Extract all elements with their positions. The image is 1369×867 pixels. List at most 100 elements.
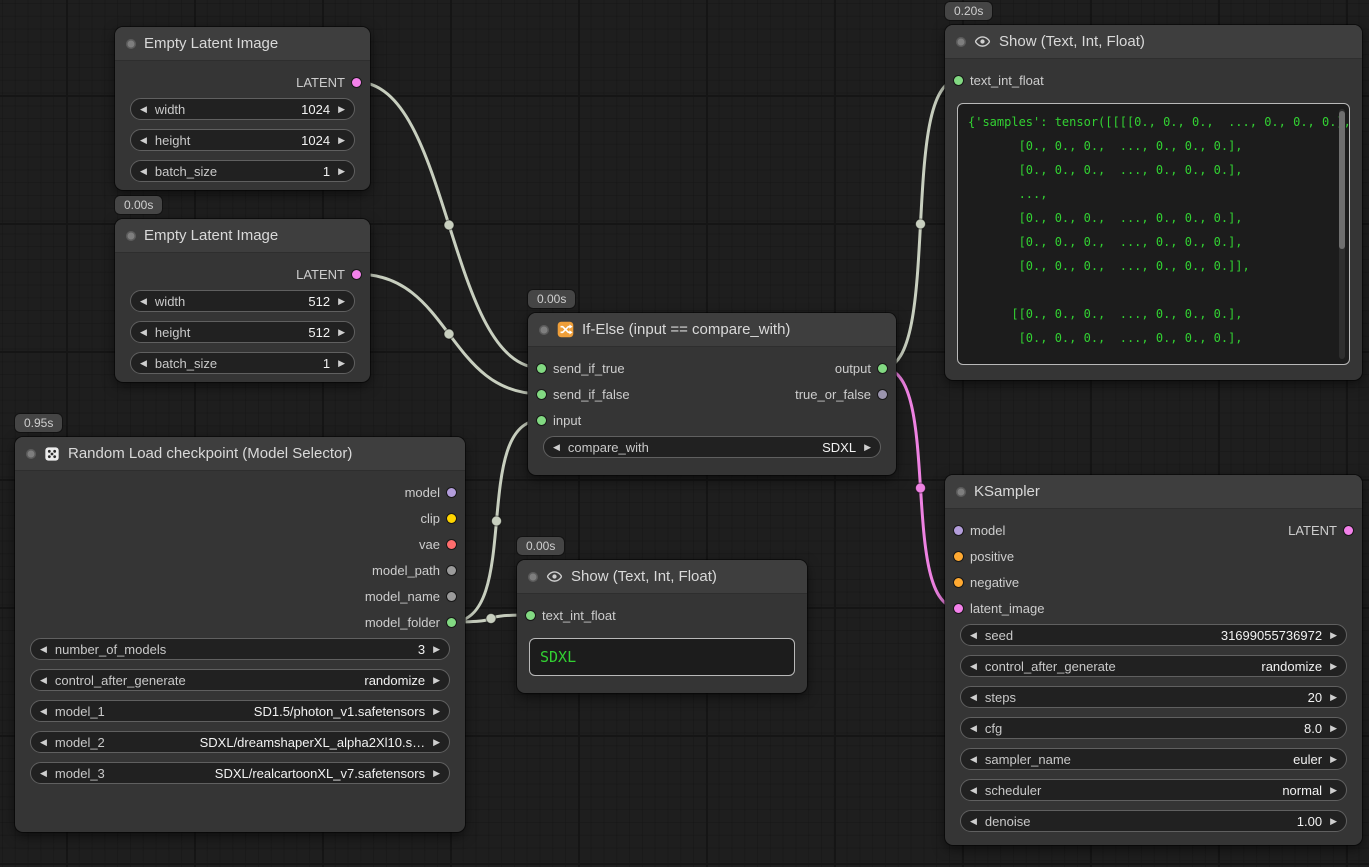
output-port-dot-output[interactable]	[878, 364, 887, 373]
decrement-arrow-icon[interactable]: ◀	[40, 738, 47, 747]
collapse-dot[interactable]	[528, 572, 538, 582]
node-titlebar[interactable]: Show (Text, Int, Float)	[945, 25, 1362, 59]
input-port-dot-text_int_float[interactable]	[526, 611, 535, 620]
widget-steps[interactable]: ◀steps20▶	[960, 686, 1347, 708]
decrement-arrow-icon[interactable]: ◀	[140, 328, 147, 337]
widget-width[interactable]: ◀width512▶	[130, 290, 355, 312]
decrement-arrow-icon[interactable]: ◀	[140, 105, 147, 114]
widget-sampler-name[interactable]: ◀sampler_nameeuler▶	[960, 748, 1347, 770]
widget-model-1[interactable]: ◀model_1SD1.5/photon_v1.safetensors▶	[30, 700, 450, 722]
decrement-arrow-icon[interactable]: ◀	[40, 645, 47, 654]
node-empty-latent-1[interactable]: Empty Latent ImageLATENT◀width1024▶◀heig…	[115, 27, 370, 190]
node-titlebar[interactable]: If-Else (input == compare_with)	[528, 313, 896, 347]
collapse-dot[interactable]	[539, 325, 549, 335]
output-port-dot-LATENT[interactable]	[352, 78, 361, 87]
output-port-dot-clip[interactable]	[447, 514, 456, 523]
decrement-arrow-icon[interactable]: ◀	[140, 359, 147, 368]
wire-midpoint-dot[interactable]	[916, 483, 926, 493]
decrement-arrow-icon[interactable]: ◀	[970, 693, 977, 702]
scrollbar-thumb[interactable]	[1339, 111, 1345, 249]
input-port-dot-send_if_false[interactable]	[537, 390, 546, 399]
increment-arrow-icon[interactable]: ▶	[338, 105, 345, 114]
node-titlebar[interactable]: KSampler	[945, 475, 1362, 509]
input-port-dot-positive[interactable]	[954, 552, 963, 561]
output-port-dot-model_name[interactable]	[447, 592, 456, 601]
output-port-dot-model_path[interactable]	[447, 566, 456, 575]
text-output-box[interactable]: SDXL	[529, 638, 795, 676]
increment-arrow-icon[interactable]: ▶	[433, 738, 440, 747]
widget-control-after-generate[interactable]: ◀control_after_generaterandomize▶	[960, 655, 1347, 677]
increment-arrow-icon[interactable]: ▶	[1330, 817, 1337, 826]
output-port-dot-LATENT[interactable]	[352, 270, 361, 279]
node-titlebar[interactable]: Random Load checkpoint (Model Selector)	[15, 437, 465, 471]
output-port-dot-true_or_false[interactable]	[878, 390, 887, 399]
node-show-text-small[interactable]: 0.00sShow (Text, Int, Float)text_int_flo…	[517, 560, 807, 693]
input-port-dot-negative[interactable]	[954, 578, 963, 587]
input-port-dot-send_if_true[interactable]	[537, 364, 546, 373]
widget-width[interactable]: ◀width1024▶	[130, 98, 355, 120]
increment-arrow-icon[interactable]: ▶	[1330, 755, 1337, 764]
decrement-arrow-icon[interactable]: ◀	[970, 631, 977, 640]
increment-arrow-icon[interactable]: ▶	[338, 297, 345, 306]
decrement-arrow-icon[interactable]: ◀	[140, 136, 147, 145]
wire-midpoint-dot[interactable]	[492, 516, 502, 526]
widget-model-2[interactable]: ◀model_2SDXL/dreamshaperXL_alpha2Xl10.s……	[30, 731, 450, 753]
wire[interactable]	[357, 82, 542, 368]
widget-height[interactable]: ◀height1024▶	[130, 129, 355, 151]
input-port-dot-model[interactable]	[954, 526, 963, 535]
increment-arrow-icon[interactable]: ▶	[433, 645, 440, 654]
output-port-dot-model[interactable]	[447, 488, 456, 497]
widget-number-of-models[interactable]: ◀number_of_models3▶	[30, 638, 450, 660]
increment-arrow-icon[interactable]: ▶	[338, 167, 345, 176]
collapse-dot[interactable]	[26, 449, 36, 459]
output-port-dot-vae[interactable]	[447, 540, 456, 549]
collapse-dot[interactable]	[956, 37, 966, 47]
wire-midpoint-dot[interactable]	[486, 614, 496, 624]
decrement-arrow-icon[interactable]: ◀	[40, 676, 47, 685]
wire-midpoint-dot[interactable]	[444, 220, 454, 230]
wire-midpoint-dot[interactable]	[444, 329, 454, 339]
decrement-arrow-icon[interactable]: ◀	[970, 817, 977, 826]
node-titlebar[interactable]: Empty Latent Image	[115, 219, 370, 253]
decrement-arrow-icon[interactable]: ◀	[553, 443, 560, 452]
node-empty-latent-2[interactable]: 0.00sEmpty Latent ImageLATENT◀width512▶◀…	[115, 219, 370, 382]
widget-denoise[interactable]: ◀denoise1.00▶	[960, 810, 1347, 832]
widget-model-3[interactable]: ◀model_3SDXL/realcartoonXL_v7.safetensor…	[30, 762, 450, 784]
widget-cfg[interactable]: ◀cfg8.0▶	[960, 717, 1347, 739]
node-titlebar[interactable]: Show (Text, Int, Float)	[517, 560, 807, 594]
input-port-dot-text_int_float[interactable]	[954, 76, 963, 85]
increment-arrow-icon[interactable]: ▶	[1330, 786, 1337, 795]
widget-height[interactable]: ◀height512▶	[130, 321, 355, 343]
decrement-arrow-icon[interactable]: ◀	[970, 724, 977, 733]
decrement-arrow-icon[interactable]: ◀	[40, 707, 47, 716]
increment-arrow-icon[interactable]: ▶	[1330, 662, 1337, 671]
increment-arrow-icon[interactable]: ▶	[338, 328, 345, 337]
widget-scheduler[interactable]: ◀schedulernormal▶	[960, 779, 1347, 801]
decrement-arrow-icon[interactable]: ◀	[140, 167, 147, 176]
decrement-arrow-icon[interactable]: ◀	[970, 662, 977, 671]
decrement-arrow-icon[interactable]: ◀	[140, 297, 147, 306]
widget-compare-with[interactable]: ◀compare_withSDXL▶	[543, 436, 881, 458]
output-port-dot-model_folder[interactable]	[447, 618, 456, 627]
decrement-arrow-icon[interactable]: ◀	[970, 786, 977, 795]
increment-arrow-icon[interactable]: ▶	[338, 359, 345, 368]
widget-batch-size[interactable]: ◀batch_size1▶	[130, 160, 355, 182]
collapse-dot[interactable]	[126, 231, 136, 241]
increment-arrow-icon[interactable]: ▶	[1330, 724, 1337, 733]
text-output-box[interactable]: {'samples': tensor([[[[0., 0., 0., ..., …	[957, 103, 1350, 365]
widget-control-after-generate[interactable]: ◀control_after_generaterandomize▶	[30, 669, 450, 691]
widget-batch-size[interactable]: ◀batch_size1▶	[130, 352, 355, 374]
increment-arrow-icon[interactable]: ▶	[433, 707, 440, 716]
input-port-dot-latent_image[interactable]	[954, 604, 963, 613]
increment-arrow-icon[interactable]: ▶	[338, 136, 345, 145]
output-port-dot-LATENT[interactable]	[1344, 526, 1353, 535]
node-graph-canvas[interactable]: Empty Latent ImageLATENT◀width1024▶◀heig…	[0, 0, 1369, 867]
node-if-else[interactable]: 0.00sIf-Else (input == compare_with)send…	[528, 313, 896, 475]
increment-arrow-icon[interactable]: ▶	[1330, 631, 1337, 640]
widget-seed[interactable]: ◀seed31699055736972▶	[960, 624, 1347, 646]
collapse-dot[interactable]	[956, 487, 966, 497]
node-titlebar[interactable]: Empty Latent Image	[115, 27, 370, 61]
wire-midpoint-dot[interactable]	[916, 219, 926, 229]
node-random-load-checkpoint[interactable]: 0.95sRandom Load checkpoint (Model Selec…	[15, 437, 465, 832]
decrement-arrow-icon[interactable]: ◀	[40, 769, 47, 778]
